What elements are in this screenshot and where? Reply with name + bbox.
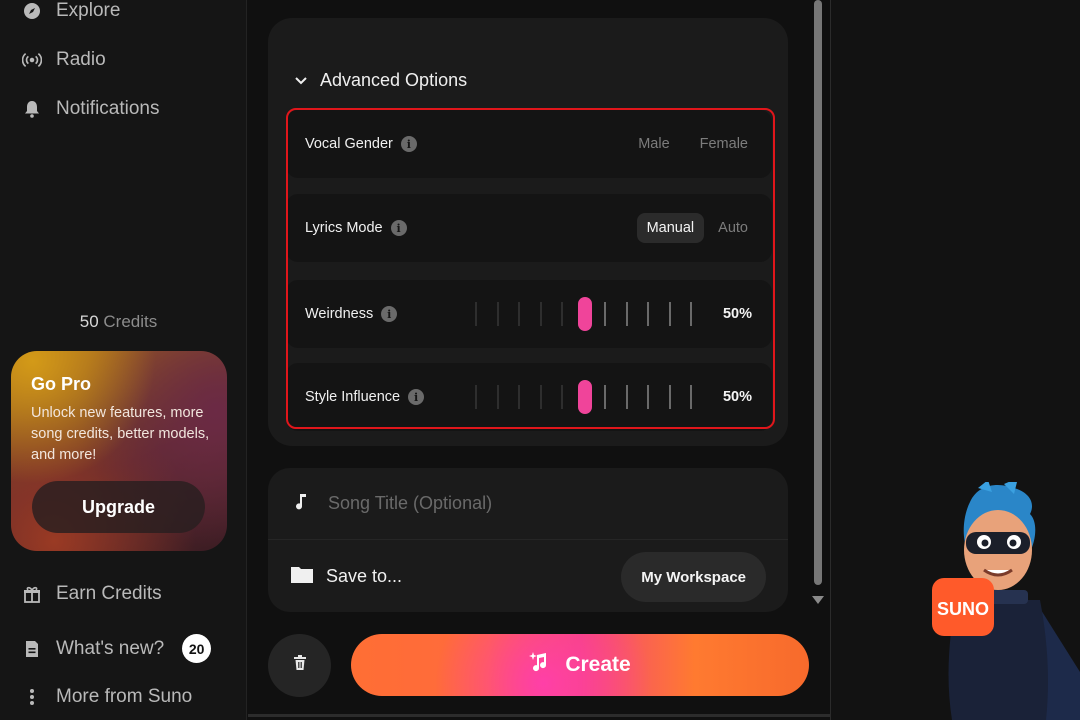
lyrics-mode-label-group: Lyrics Mode i — [305, 194, 407, 262]
option-auto[interactable]: Auto — [708, 213, 758, 243]
advanced-options-title: Advanced Options — [320, 70, 468, 90]
slider-tick — [625, 385, 628, 409]
sidebar-item-radio[interactable]: Radio — [22, 49, 106, 71]
credits-display: 50 Credits — [0, 312, 237, 332]
slider-thumb[interactable] — [577, 380, 592, 414]
slider-tick — [647, 385, 649, 409]
create-button[interactable]: Create — [351, 634, 809, 696]
go-pro-card: Go Pro Unlock new features, more song cr… — [11, 351, 227, 551]
slider-tick — [539, 302, 542, 326]
slider-thumb[interactable] — [577, 297, 592, 331]
info-icon[interactable]: i — [400, 136, 417, 152]
slider-tick — [625, 302, 628, 326]
weirdness-row: Weirdness i 50% — [286, 280, 772, 348]
weirdness-label-group: Weirdness i — [305, 280, 398, 348]
sidebar-item-label: What's new? — [56, 637, 165, 659]
vocal-gender-label-group: Vocal Gender i — [305, 110, 417, 178]
weirdness-value: 50% — [722, 306, 752, 322]
style-influence-label-group: Style Influence i — [305, 363, 425, 431]
folder-icon — [290, 564, 314, 589]
create-label: Create — [565, 653, 631, 676]
sidebar-item-earn-credits[interactable]: Earn Credits — [22, 583, 162, 605]
more-vertical-icon — [22, 687, 42, 707]
slider-tick — [690, 385, 692, 409]
sidebar-item-label: Notifications — [56, 98, 160, 119]
credits-label: Credits — [103, 312, 158, 331]
workspace-select-button[interactable]: My Workspace — [621, 552, 766, 602]
sidebar-item-label: Radio — [56, 49, 106, 70]
song-title-placeholder: Song Title (Optional) — [328, 493, 493, 513]
lyrics-mode-row: Lyrics Mode i Manual Auto — [286, 194, 772, 262]
scrollbar-thumb[interactable] — [814, 0, 822, 585]
song-title-input[interactable]: Song Title (Optional) — [268, 468, 788, 540]
info-icon[interactable]: i — [408, 389, 425, 405]
scroll-down-arrow-icon[interactable] — [812, 596, 824, 604]
sidebar: Explore Radio Notifications 50 Credits G… — [0, 0, 247, 720]
slider-tick — [496, 302, 499, 326]
weirdness-label: Weirdness — [305, 306, 374, 322]
slider-tick — [475, 302, 477, 326]
sidebar-item-explore[interactable]: Explore — [22, 0, 120, 22]
music-note-icon — [294, 492, 308, 515]
slider-tick — [647, 302, 649, 326]
sidebar-item-whats-new[interactable]: What's new? 20 — [22, 634, 212, 663]
document-icon — [22, 639, 42, 659]
delete-button[interactable] — [268, 634, 331, 697]
sidebar-item-label: Explore — [56, 0, 121, 21]
sidebar-item-notifications[interactable]: Notifications — [22, 98, 160, 120]
bell-icon — [22, 99, 42, 119]
option-manual[interactable]: Manual — [636, 213, 705, 243]
slider-tick — [668, 385, 671, 409]
slider-tick — [604, 302, 606, 326]
info-icon[interactable]: i — [390, 220, 407, 236]
credits-count: 50 — [79, 312, 99, 331]
mascot-image: SUNO — [918, 478, 1080, 720]
sidebar-item-label: Earn Credits — [56, 583, 162, 604]
sidebar-item-label: More from Suno — [56, 686, 193, 707]
save-to-label: Save to... — [326, 566, 403, 586]
lyrics-mode-toggle: Manual Auto — [636, 194, 758, 262]
vocal-gender-toggle: Male Female — [628, 110, 758, 178]
vocal-gender-label: Vocal Gender — [305, 136, 393, 152]
slider-tick — [518, 385, 520, 409]
slider-tick — [604, 385, 606, 409]
lyrics-mode-label: Lyrics Mode — [305, 220, 383, 236]
music-sparkle-icon — [529, 651, 551, 679]
slider-tick — [561, 302, 563, 326]
main-panel: Advanced Options Song Title (Optional) S… — [248, 0, 830, 720]
compass-icon — [22, 1, 42, 21]
song-details-card: Song Title (Optional) Save to... My Work… — [268, 468, 788, 612]
sidebar-item-more-from-suno[interactable]: More from Suno — [22, 686, 192, 708]
go-pro-description: Unlock new features, more song credits, … — [31, 405, 210, 463]
slider-tick — [496, 385, 499, 409]
style-influence-value: 50% — [722, 389, 752, 405]
info-icon[interactable]: i — [381, 306, 398, 322]
slider-tick — [561, 385, 563, 409]
whats-new-badge: 20 — [182, 634, 212, 663]
go-pro-title: Go Pro — [31, 374, 92, 394]
slider-tick — [475, 385, 477, 409]
style-influence-label: Style Influence — [305, 389, 401, 405]
slider-tick — [539, 385, 542, 409]
mascot-sign-text: SUNO — [937, 599, 989, 619]
gift-icon — [22, 584, 42, 604]
vocal-gender-row: Vocal Gender i Male Female — [286, 110, 772, 178]
chevron-down-icon — [294, 70, 308, 91]
slider-tick — [668, 302, 671, 326]
scrollbar[interactable] — [812, 0, 824, 610]
divider — [248, 714, 830, 717]
slider-tick — [690, 302, 692, 326]
radio-icon — [22, 50, 42, 70]
upgrade-button[interactable]: Upgrade — [32, 481, 205, 533]
style-influence-row: Style Influence i 50% — [286, 363, 772, 431]
option-female[interactable]: Female — [690, 129, 758, 159]
weirdness-slider[interactable] — [475, 280, 695, 348]
option-male[interactable]: Male — [628, 129, 679, 159]
trash-icon — [293, 655, 307, 676]
style-influence-slider[interactable] — [475, 363, 695, 431]
advanced-options-toggle[interactable]: Advanced Options — [294, 70, 467, 91]
slider-tick — [518, 302, 520, 326]
